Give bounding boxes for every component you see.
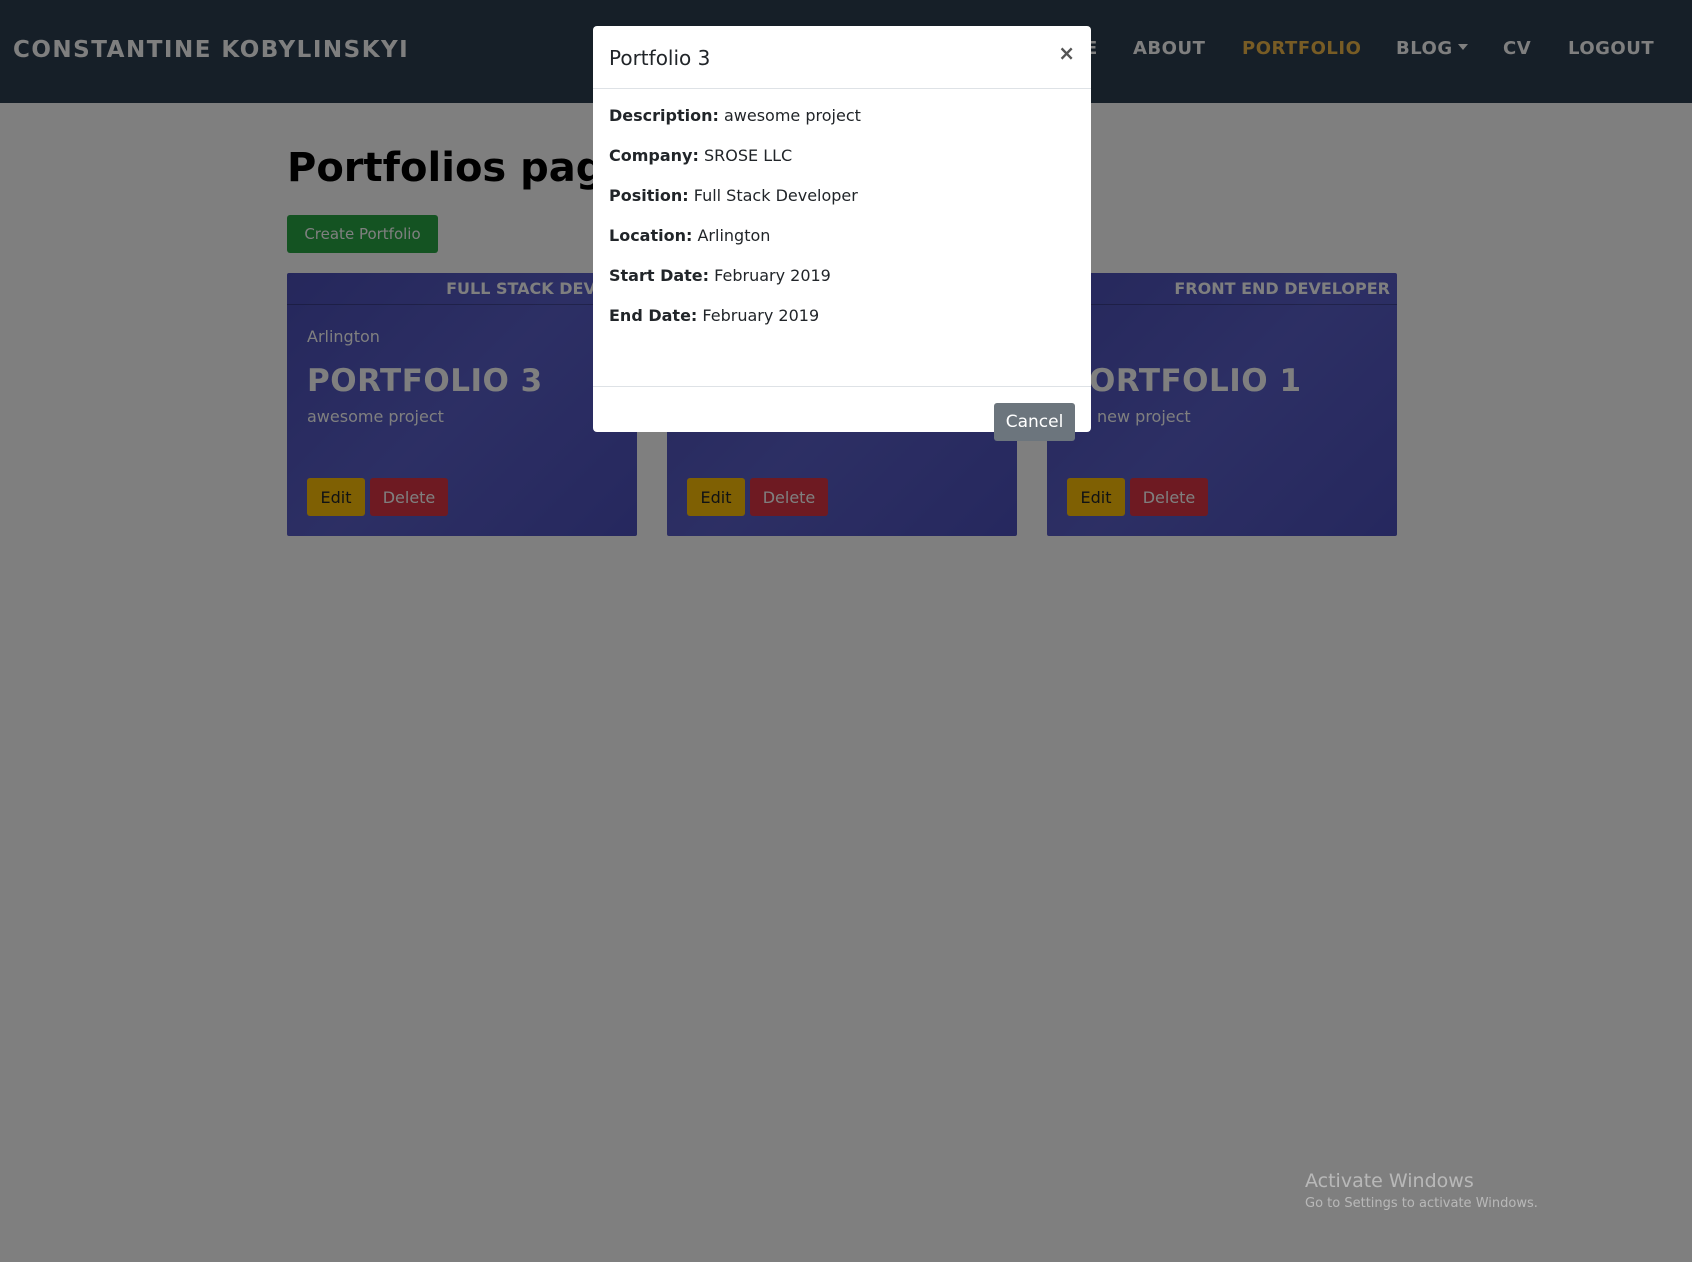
detail-value: February 2019 <box>714 266 831 285</box>
detail-start-date: Start Date: February 2019 <box>609 266 831 285</box>
activate-windows-subtitle: Go to Settings to activate Windows. <box>1305 1196 1538 1211</box>
detail-label: Start Date: <box>609 266 710 285</box>
detail-label: End Date: <box>609 306 698 325</box>
portfolio-detail-modal: Portfolio 3 × Description: awesome proje… <box>593 26 1091 441</box>
detail-label: Company: <box>609 146 699 165</box>
detail-value: awesome project <box>723 106 861 125</box>
detail-label: Position: <box>609 186 689 205</box>
close-icon[interactable]: × <box>1058 41 1075 65</box>
detail-value: Arlington <box>697 226 771 245</box>
detail-end-date: End Date: February 2019 <box>609 306 819 325</box>
activate-windows-title: Activate Windows <box>1305 1170 1474 1192</box>
detail-location: Location: Arlington <box>609 226 770 245</box>
detail-label: Description: <box>609 106 719 125</box>
modal-title: Portfolio 3 <box>609 46 711 70</box>
modal-header: Portfolio 3 × <box>593 26 1091 89</box>
detail-value: Full Stack Developer <box>693 186 858 205</box>
modal-body: Description: awesome project Company: SR… <box>593 89 1091 387</box>
page: CONSTANTINE KOBYLINSKYI E ABOUT PORTFOLI… <box>0 0 1692 1262</box>
cancel-button[interactable]: Cancel <box>994 403 1075 441</box>
detail-position: Position: Full Stack Developer <box>609 186 858 205</box>
detail-label: Location: <box>609 226 693 245</box>
detail-description: Description: awesome project <box>609 106 861 125</box>
detail-value: February 2019 <box>702 306 820 325</box>
modal-footer: Cancel <box>593 387 1091 441</box>
detail-value: SROSE LLC <box>703 146 793 165</box>
detail-company: Company: SROSE LLC <box>609 146 792 165</box>
